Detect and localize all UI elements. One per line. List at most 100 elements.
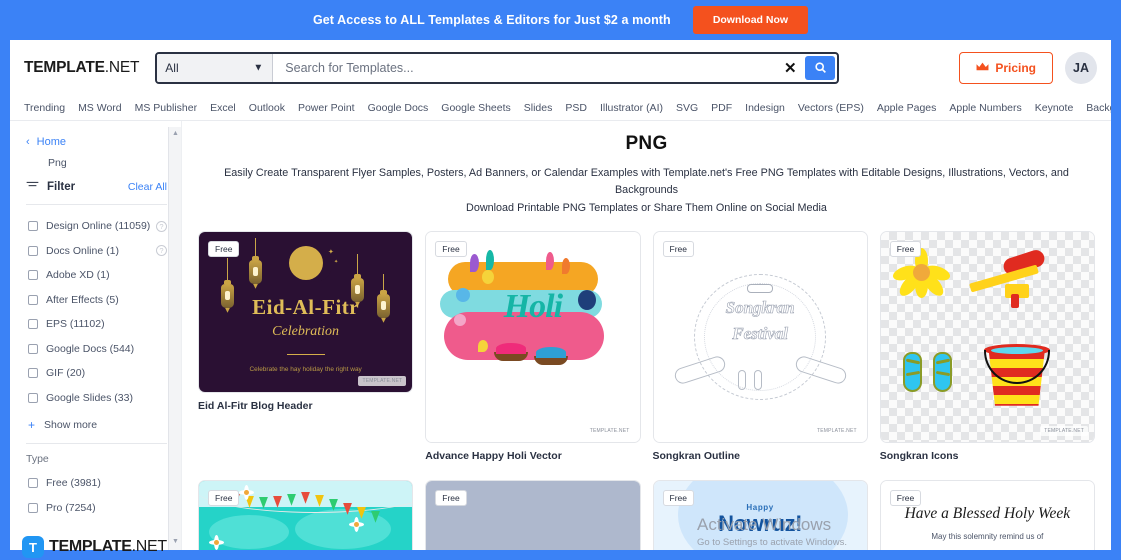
header-actions: Pricing JA: [959, 51, 1097, 84]
avatar[interactable]: JA: [1065, 51, 1097, 84]
info-icon[interactable]: ?: [156, 220, 167, 232]
search-input[interactable]: [273, 53, 776, 82]
chevron-left-icon: ‹: [26, 136, 30, 148]
facet-google-docs[interactable]: Google Docs (544): [10, 337, 181, 362]
checkbox[interactable]: [28, 270, 38, 281]
catnav-item-apple-pages[interactable]: Apple Pages: [877, 102, 937, 114]
catnav-item-pdf[interactable]: PDF: [711, 102, 732, 114]
template-title[interactable]: Songkran Icons: [880, 450, 1095, 462]
catnav-item-ms-word[interactable]: MS Word: [78, 102, 122, 114]
facet-google-slides[interactable]: Google Slides (33): [10, 386, 181, 411]
catnav-item-slides[interactable]: Slides: [524, 102, 553, 114]
checkbox[interactable]: [28, 368, 38, 379]
catnav-item-backgrounds[interactable]: Backgrounds: [1086, 102, 1111, 114]
facet-adobe-xd[interactable]: Adobe XD (1): [10, 263, 181, 288]
category-select[interactable]: All: [157, 53, 274, 82]
catnav-item-svg[interactable]: SVG: [676, 102, 698, 114]
template-card: Happy Nowruz! Free: [652, 479, 868, 550]
facet-design-online[interactable]: Design Online (11059) ?: [10, 214, 181, 239]
daisy-icon: [239, 484, 254, 500]
flip-flop-outline: [737, 369, 746, 390]
checkbox[interactable]: [28, 392, 38, 403]
catnav-item-apple-numbers[interactable]: Apple Numbers: [949, 102, 1021, 114]
filter-header: Filter Clear All: [10, 169, 181, 193]
caret-down-icon[interactable]: ▼: [169, 535, 181, 548]
type-section-title: Type: [26, 453, 49, 465]
nowruz-title: Nowruz!: [718, 510, 803, 536]
checkbox[interactable]: [28, 221, 38, 232]
template-thumbnail[interactable]: Holi Free TEMPLATE.NET: [425, 230, 641, 443]
catnav-item-illustrator[interactable]: Illustrator (AI): [600, 102, 663, 114]
facet-eps[interactable]: EPS (11102): [10, 312, 181, 337]
template-card: HOW OFTEN SHOULD YOU THE CHANGE Free: [425, 479, 641, 550]
clear-all-button[interactable]: Clear All: [128, 181, 167, 193]
catnav-item-indesign[interactable]: Indesign: [745, 102, 785, 114]
eid-tagline: Celebrate the hay holiday the right way: [249, 365, 362, 373]
show-more-button[interactable]: + Show more: [10, 410, 181, 432]
pricing-label: Pricing: [995, 60, 1036, 75]
facet-label: Docs Online (1): [46, 244, 119, 257]
catnav-item-psd[interactable]: PSD: [565, 102, 587, 114]
facet-gif[interactable]: GIF (20): [10, 361, 181, 386]
outline-line2: Festival: [732, 323, 788, 343]
template-thumbnail[interactable]: Songkran Festival Free TEMPLATE.NET: [652, 230, 868, 443]
template-card: Free: [198, 479, 414, 550]
catnav-item-excel[interactable]: Excel: [210, 102, 236, 114]
checkbox[interactable]: [28, 245, 38, 256]
checkbox[interactable]: [28, 294, 38, 305]
template-title[interactable]: Eid Al-Fitr Blog Header: [198, 400, 413, 412]
show-more-label: Show more: [44, 419, 98, 431]
template-thumbnail[interactable]: HOW OFTEN SHOULD YOU THE CHANGE Free: [425, 479, 641, 550]
template-thumbnail[interactable]: Happy Nowruz! Free: [652, 479, 868, 550]
catnav-item-ms-publisher[interactable]: MS Publisher: [135, 102, 197, 114]
template-thumbnail[interactable]: Have a Blessed Holy Week May this solemn…: [879, 479, 1095, 550]
catnav-item-vectors-eps[interactable]: Vectors (EPS): [798, 102, 864, 114]
sidebar-scrollbar[interactable]: ▲ ▼: [168, 127, 181, 550]
facet-after-effects[interactable]: After Effects (5): [10, 288, 181, 313]
facet-label: Free (3981): [46, 477, 101, 490]
site-header: TEMPLATE.NET All ▼ ✕: [10, 40, 1111, 95]
free-badge: Free: [889, 489, 922, 506]
facet-docs-online[interactable]: Docs Online (1) ?: [10, 239, 181, 264]
facet-pro[interactable]: Pro (7254): [10, 496, 181, 521]
catnav-item-keynote[interactable]: Keynote: [1035, 102, 1074, 114]
catnav-item-power-point[interactable]: Power Point: [298, 102, 355, 114]
info-icon[interactable]: ?: [156, 245, 167, 257]
filter-sidebar: ‹ Home Png Filter Clear All Design Onlin…: [10, 121, 182, 550]
catnav-item-google-docs[interactable]: Google Docs: [368, 102, 429, 114]
template-title[interactable]: Songkran Outline: [653, 450, 868, 462]
facet-label: After Effects (5): [46, 293, 119, 306]
filter-icon: [26, 180, 39, 193]
close-icon[interactable]: ✕: [775, 53, 806, 82]
catnav-item-outlook[interactable]: Outlook: [249, 102, 285, 114]
page-subtitle-line2: Download Printable PNG Templates or Shar…: [466, 201, 827, 214]
holi-artwork: Holi: [426, 231, 640, 442]
pricing-button[interactable]: Pricing: [959, 51, 1053, 84]
checkbox[interactable]: [28, 343, 38, 354]
checkbox[interactable]: [28, 502, 38, 513]
star-icon: ✦: [328, 248, 334, 256]
free-badge: Free: [662, 240, 694, 257]
free-badge: Free: [889, 240, 922, 257]
template-thumbnail[interactable]: Free: [198, 479, 414, 550]
template-thumbnail[interactable]: Free TEMPLATE.NET: [879, 230, 1095, 443]
page-subtitle-line1: Easily Create Transparent Flyer Samples,…: [224, 167, 1069, 197]
facet-label: GIF (20): [46, 367, 86, 380]
site-logo[interactable]: TEMPLATE.NET: [24, 59, 139, 77]
breadcrumb-home-label: Home: [36, 136, 67, 148]
download-now-button[interactable]: Download Now: [692, 6, 809, 34]
breadcrumb-home[interactable]: ‹ Home: [10, 133, 181, 151]
template-thumbnail[interactable]: ✦ ✦ Eid-Al-Fitr Celebration Celebrate th…: [198, 230, 414, 393]
main-panel: PNG Easily Create Transparent Flyer Samp…: [182, 121, 1111, 550]
checkbox[interactable]: [28, 319, 38, 330]
search-icon[interactable]: [805, 55, 836, 80]
filter-label: Filter: [47, 180, 76, 193]
facet-label: EPS (11102): [46, 318, 105, 331]
catnav-item-trending[interactable]: Trending: [24, 102, 65, 114]
checkbox[interactable]: [28, 478, 38, 489]
thumbnail-watermark: TEMPLATE.NET: [1040, 425, 1088, 436]
template-title[interactable]: Advance Happy Holi Vector: [425, 450, 640, 462]
facet-free[interactable]: Free (3981): [10, 471, 181, 496]
catnav-item-google-sheets[interactable]: Google Sheets: [441, 102, 510, 114]
caret-up-icon[interactable]: ▲: [169, 127, 181, 140]
